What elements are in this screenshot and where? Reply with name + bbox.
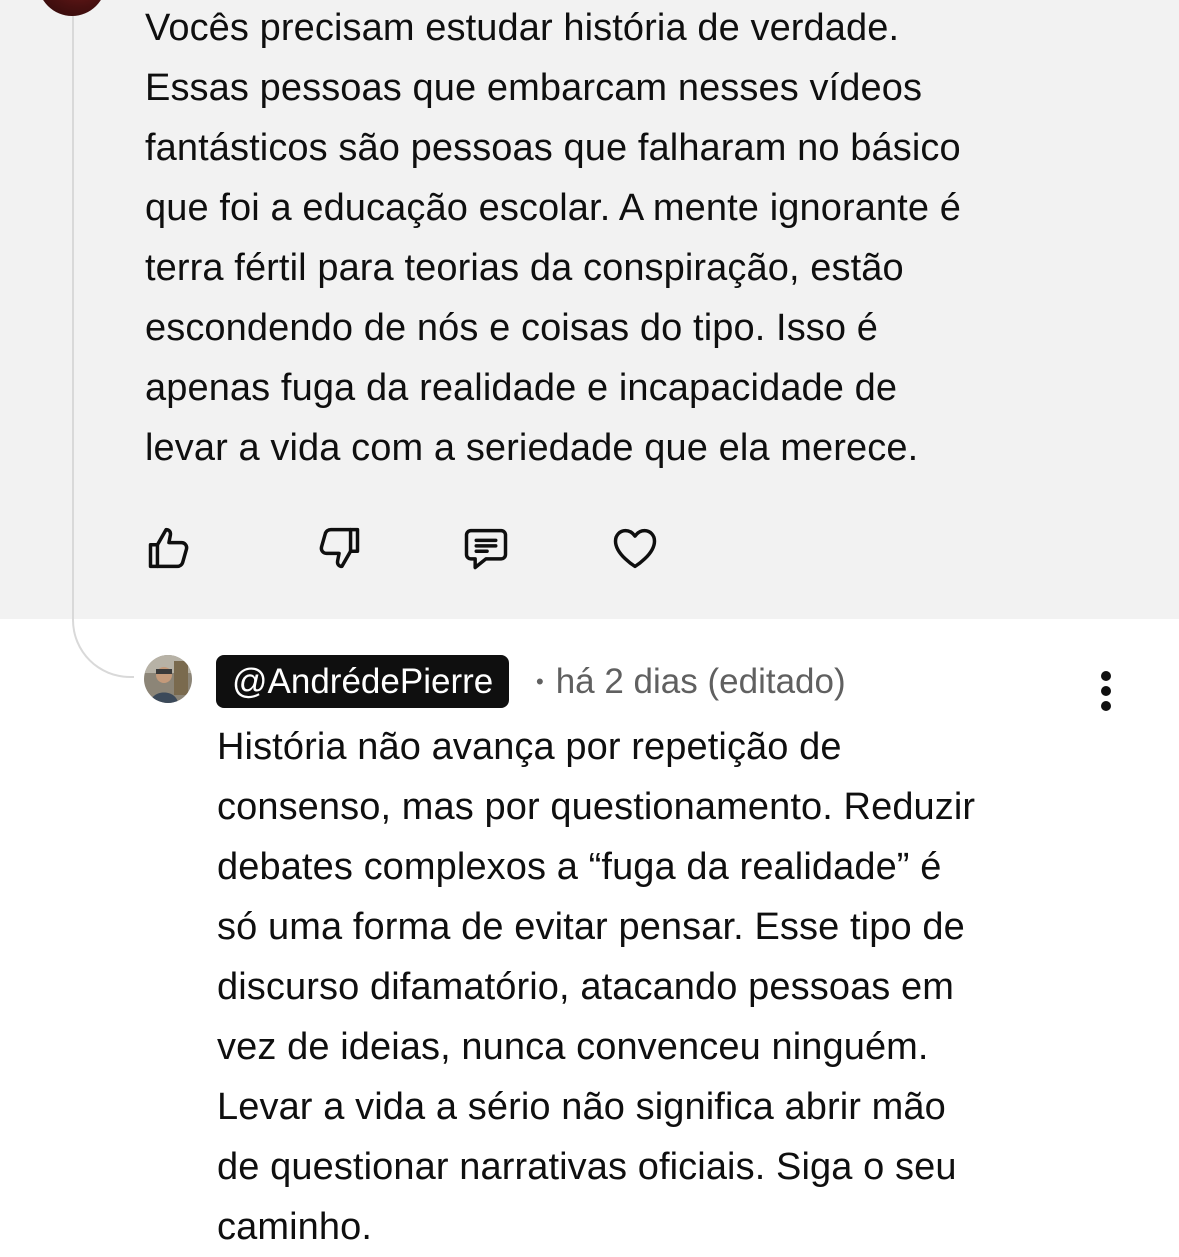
- heart-button[interactable]: [605, 518, 665, 578]
- thumbs-up-icon: [148, 527, 189, 569]
- thumbs-down-icon: [319, 527, 360, 569]
- more-options-button[interactable]: [1086, 664, 1126, 718]
- comment-text-line: discurso difamatório, atacando pessoas e…: [217, 966, 955, 1008]
- dislike-button[interactable]: [308, 518, 368, 578]
- comment-text-line: História não avança por repetição de: [217, 726, 842, 768]
- comment-text-line: caminho.: [217, 1206, 372, 1248]
- reply-comment-text: História não avança por repetição de con…: [217, 717, 975, 1257]
- reply-meta: • há 2 dias (editado): [536, 655, 846, 708]
- comment-text-line: Vocês precisam estudar história de verda…: [145, 7, 900, 49]
- more-vertical-icon: [1101, 701, 1111, 711]
- more-vertical-icon: [1101, 686, 1111, 696]
- comment-text-line: terra fértil para teorias da conspiração…: [145, 247, 904, 289]
- more-vertical-icon: [1101, 671, 1111, 681]
- comment-text-line: só uma forma de evitar pensar. Esse tipo…: [217, 906, 965, 948]
- comment-text-line: que foi a educação escolar. A mente igno…: [145, 187, 961, 229]
- reply-author-name[interactable]: @AndrédePierre: [216, 655, 510, 708]
- comment-text-line: escondendo de nós e coisas do tipo. Isso…: [145, 307, 879, 349]
- reply-timestamp: há 2 dias (editado): [555, 662, 846, 701]
- comment-icon: [464, 528, 508, 570]
- comment-text-line: Essas pessoas que embarcam nesses vídeos: [145, 67, 923, 109]
- heart-icon: [613, 528, 657, 569]
- comment-text-line: fantásticos são pessoas que falharam no …: [145, 127, 961, 169]
- comment-text-line: de questionar narrativas oficiais. Siga …: [217, 1146, 957, 1188]
- comment-text-line: Levar a vida a sério não significa abrir…: [217, 1086, 946, 1128]
- parent-comment-text: Vocês precisam estudar história de verda…: [145, 0, 961, 478]
- comment-text-line: levar a vida com a seriedade que ela mer…: [145, 427, 919, 469]
- comment-text-line: debates complexos a “fuga da realidade” …: [217, 846, 942, 888]
- avatar-photo-icon: [144, 655, 192, 703]
- comment-action-bar: [140, 518, 680, 578]
- comment-text-line: apenas fuga da realidade e incapacidade …: [145, 367, 898, 409]
- comment-text-line: consenso, mas por questionamento. Reduzi…: [217, 786, 976, 828]
- meta-separator: •: [536, 669, 544, 694]
- reply-button[interactable]: [456, 518, 516, 578]
- comment-text-line: vez de ideias, nunca convenceu ninguém.: [217, 1026, 929, 1068]
- like-button[interactable]: [140, 518, 200, 578]
- thread-connector-line: [72, 0, 134, 678]
- reply-author-avatar[interactable]: [144, 655, 192, 703]
